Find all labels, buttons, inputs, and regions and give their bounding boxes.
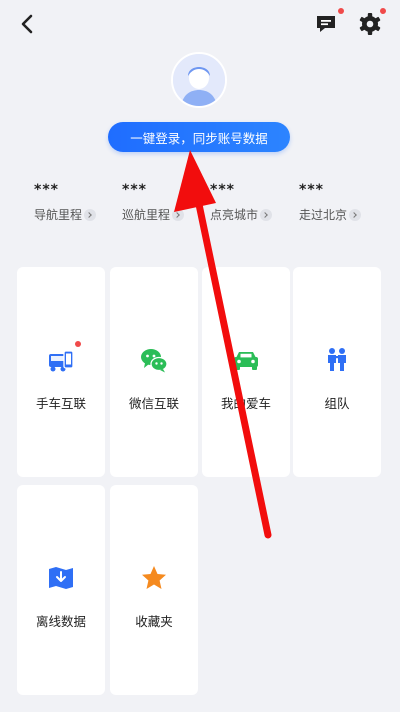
tile-label: 离线数据 xyxy=(35,614,86,629)
gear-icon[interactable] xyxy=(356,10,384,38)
tile-favorites[interactable]: 收藏夹 xyxy=(110,485,198,695)
stat-value: *** xyxy=(122,182,147,198)
chevron-right-icon xyxy=(172,208,185,221)
tile-label: 微信互联 xyxy=(128,396,179,411)
phone-car-link-icon xyxy=(46,345,76,375)
stat-navigation-mileage[interactable]: *** 导航里程 xyxy=(34,182,124,223)
settings-badge xyxy=(380,8,386,14)
tile-team[interactable]: 组队 xyxy=(293,267,381,477)
tile-label: 我的爱车 xyxy=(220,396,271,411)
stat-lit-cities[interactable]: *** 点亮城市 xyxy=(210,182,300,223)
top-bar xyxy=(0,0,400,48)
message-icon[interactable] xyxy=(314,12,338,36)
tile-label: 收藏夹 xyxy=(135,614,173,629)
stat-value: *** xyxy=(210,182,235,198)
chevron-right-icon xyxy=(84,208,97,221)
stat-value: *** xyxy=(299,182,324,198)
stats-row: *** 导航里程 *** 巡航里程 *** 点亮城市 *** 走过北京 xyxy=(20,182,390,228)
stat-label: 导航里程 xyxy=(34,208,83,222)
wechat-icon xyxy=(139,345,169,375)
offline-map-icon xyxy=(46,563,76,593)
stat-label: 点亮城市 xyxy=(210,208,259,222)
team-icon xyxy=(322,345,352,375)
tile-label: 手车互联 xyxy=(35,396,86,411)
avatar[interactable] xyxy=(171,52,227,108)
one-click-login-button[interactable]: 一键登录，同步账号数据 xyxy=(108,122,290,152)
car-icon xyxy=(231,345,261,375)
back-arrow-icon[interactable] xyxy=(14,10,42,38)
tile-label: 组队 xyxy=(324,396,350,411)
chevron-right-icon xyxy=(349,208,362,221)
tile-my-car[interactable]: 我的爱车 xyxy=(202,267,290,477)
chevron-right-icon xyxy=(260,208,273,221)
stat-value: *** xyxy=(34,182,59,198)
stat-label: 巡航里程 xyxy=(122,208,171,222)
tile-offline-data[interactable]: 离线数据 xyxy=(17,485,105,695)
message-badge xyxy=(338,8,344,14)
new-badge xyxy=(75,341,81,347)
tile-wechat-link[interactable]: 微信互联 xyxy=(110,267,198,477)
stat-visited-beijing[interactable]: *** 走过北京 xyxy=(299,182,389,223)
stat-cruise-mileage[interactable]: *** 巡航里程 xyxy=(122,182,212,223)
stat-label: 走过北京 xyxy=(299,208,348,222)
tile-phone-car-link[interactable]: 手车互联 xyxy=(17,267,105,477)
star-icon xyxy=(139,563,169,593)
